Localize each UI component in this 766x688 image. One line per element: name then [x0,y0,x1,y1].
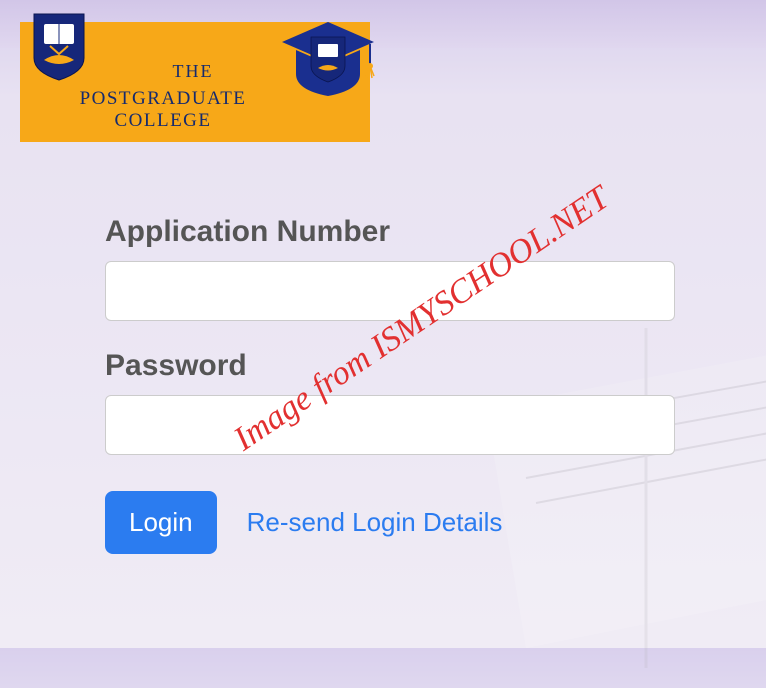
application-number-label: Application Number [105,215,675,249]
banner-college: POSTGRADUATE COLLEGE [38,88,288,132]
login-form: Application Number Password Login Re-sen… [105,215,675,554]
banner-the: THE [98,61,288,82]
logo-banner: THE POSTGRADUATE COLLEGE [20,22,370,142]
password-input[interactable] [105,395,675,455]
banner-text: THE POSTGRADUATE COLLEGE [38,61,288,132]
resend-login-link[interactable]: Re-send Login Details [247,507,503,538]
button-row: Login Re-send Login Details [105,491,675,554]
password-label: Password [105,349,675,383]
university-crest-small-icon [308,34,348,84]
application-number-input[interactable] [105,261,675,321]
grad-cap-crest [278,16,378,106]
login-button[interactable]: Login [105,491,217,554]
